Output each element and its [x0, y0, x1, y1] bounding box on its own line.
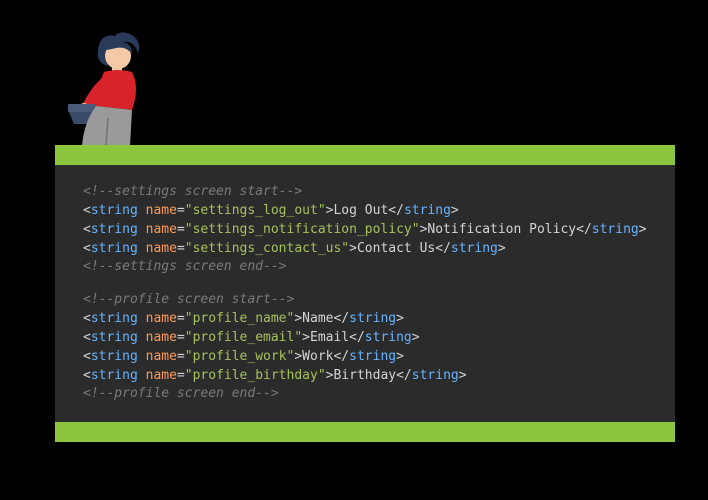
frame-top-bar: [55, 145, 675, 165]
comment-line: <!--settings screen end-->: [83, 259, 287, 274]
code-line: <string name="profile_name">Name</string…: [83, 311, 404, 326]
code-line: <string name="settings_notification_poli…: [83, 222, 647, 237]
code-line: <string name="settings_log_out">Log Out<…: [83, 203, 459, 218]
code-block: <!--settings screen start--> <string nam…: [55, 165, 675, 422]
comment-line: <!--profile screen start-->: [83, 292, 294, 307]
code-line: <string name="profile_birthday">Birthday…: [83, 368, 467, 383]
comment-line: <!--settings screen start-->: [83, 184, 302, 199]
code-line: <string name="settings_contact_us">Conta…: [83, 241, 506, 256]
code-line: <string name="profile_email">Email</stri…: [83, 330, 420, 345]
frame-bottom-bar: [55, 422, 675, 442]
code-line: <string name="profile_work">Work</string…: [83, 349, 404, 364]
comment-line: <!--profile screen end-->: [83, 386, 279, 401]
code-frame: <!--settings screen start--> <string nam…: [55, 145, 675, 442]
